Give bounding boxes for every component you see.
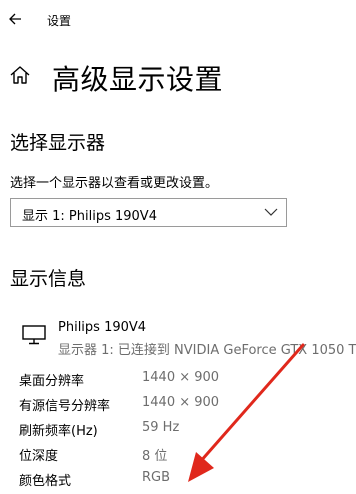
info-row-active-signal-resolution: 有源信号分辨率 1440 × 900 — [0, 395, 356, 419]
info-label: 位深度 — [19, 449, 59, 464]
display-select-dropdown[interactable]: 显示 1: Philips 190V4 — [10, 198, 287, 227]
title-bar: 设置 — [0, 0, 356, 40]
info-label: 有源信号分辨率 — [19, 399, 111, 414]
back-arrow-icon — [9, 13, 21, 25]
info-value: 8 位 — [142, 449, 168, 464]
monitor-icon — [22, 325, 46, 345]
info-row-refresh-rate: 刷新频率(Hz) 59 Hz — [0, 420, 356, 444]
info-label: 桌面分辨率 — [19, 374, 85, 389]
info-label: 颜色格式 — [19, 474, 72, 489]
info-row-bit-depth: 位深度 8 位 — [0, 445, 356, 469]
info-row-color-format: 颜色格式 RGB — [0, 470, 356, 494]
info-value: 1440 × 900 — [142, 370, 220, 385]
display-info-heading: 显示信息 — [10, 268, 87, 290]
dropdown-selected-value: 显示 1: Philips 190V4 — [22, 209, 157, 224]
select-display-label: 选择一个显示器以查看或更改设置。 — [10, 176, 219, 191]
home-icon[interactable] — [9, 64, 31, 86]
chevron-down-icon — [264, 208, 278, 216]
monitor-name: Philips 190V4 — [58, 320, 147, 335]
info-row-desktop-resolution: 桌面分辨率 1440 × 900 — [0, 370, 356, 394]
back-button[interactable] — [4, 8, 26, 30]
select-display-heading: 选择显示器 — [10, 132, 106, 154]
window-title: 设置 — [47, 14, 72, 28]
monitor-connection: 显示器 1: 已连接到 NVIDIA GeForce GTX 1050 Ti — [58, 343, 356, 358]
info-label: 刷新频率(Hz) — [19, 424, 98, 439]
info-value: 59 Hz — [142, 420, 180, 435]
info-value: 1440 × 900 — [142, 395, 220, 410]
page-title: 高级显示设置 — [52, 63, 224, 96]
info-value: RGB — [142, 470, 171, 485]
